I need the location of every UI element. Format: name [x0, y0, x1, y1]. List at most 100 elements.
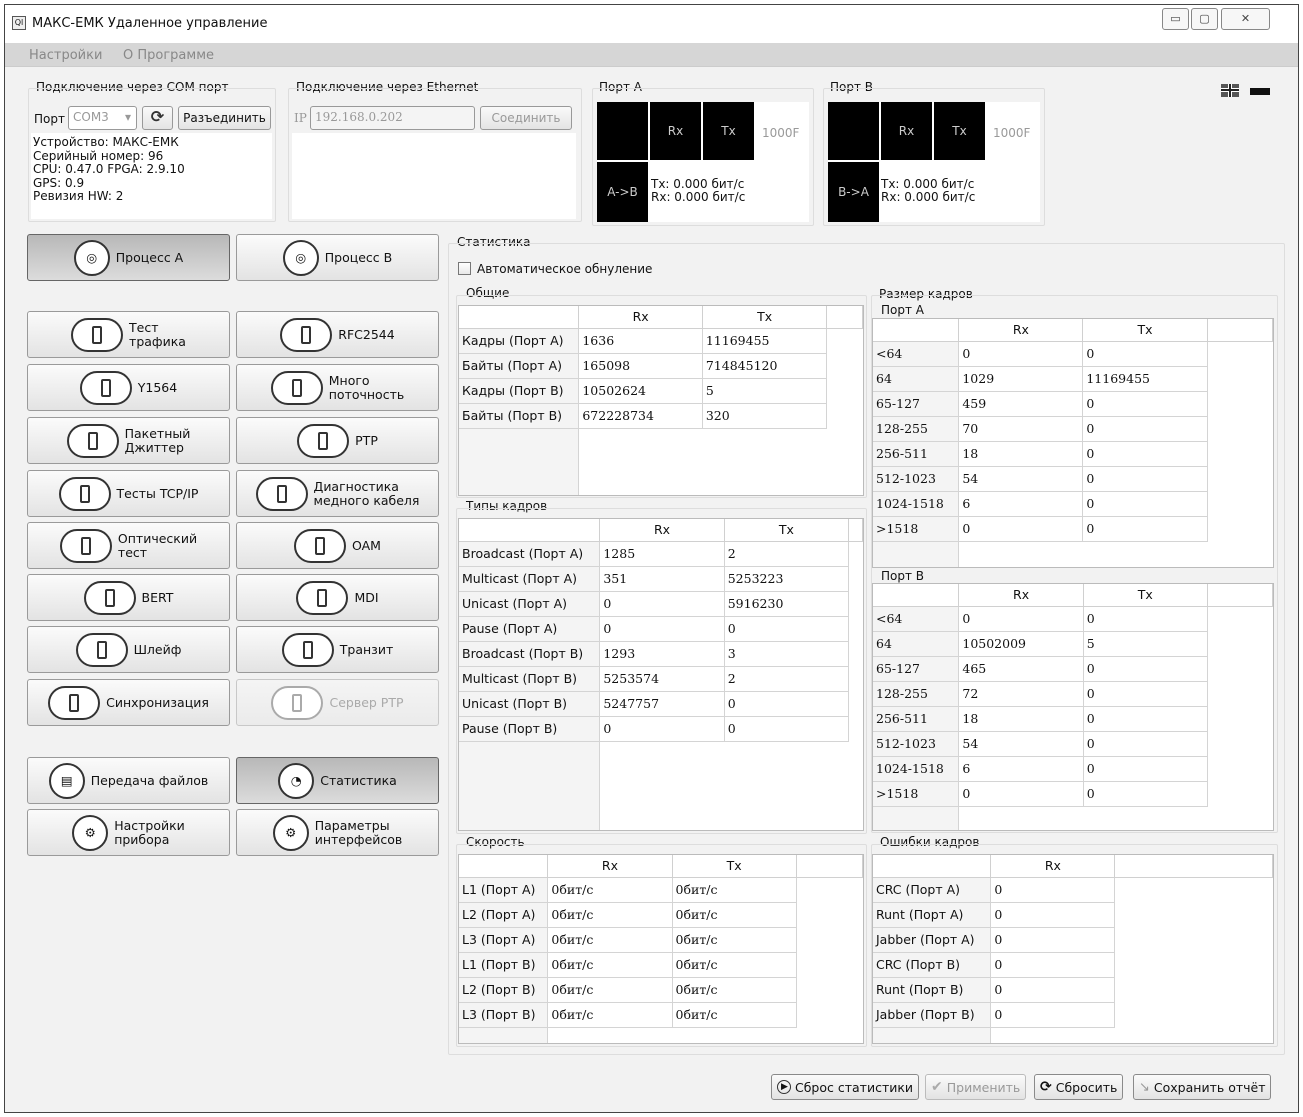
cell-rx: 1293: [599, 641, 725, 667]
sync-label: Синхронизация: [106, 694, 209, 710]
copper-cable-icon: [255, 476, 308, 511]
optical-test-button[interactable]: Оптический тест: [27, 522, 230, 569]
cell-tx: 5: [702, 378, 828, 404]
cell-rx: 1636: [578, 328, 703, 354]
device-info-line: GPS: 0.9: [33, 175, 85, 190]
table-row: Pause (Порт A) 0 0: [459, 616, 863, 642]
minimize-button[interactable]: ▭: [1162, 8, 1189, 30]
port-select[interactable]: COM3 ▾: [68, 106, 137, 130]
bert-button[interactable]: BERT: [27, 574, 230, 621]
table-row: Кадры (Порт B) 10502624 5: [459, 378, 863, 404]
maximize-button[interactable]: ▢: [1191, 8, 1218, 30]
table-row: Broadcast (Порт B) 1293 3: [459, 641, 863, 667]
mdi-button[interactable]: MDI: [236, 574, 439, 621]
statistics-button[interactable]: ◔ Статистика: [236, 757, 439, 804]
reset-button[interactable]: ⟳ Сбросить: [1034, 1074, 1124, 1100]
general-table: Rx Tx Кадры (Порт A) 1636 11169455 Байты (П…: [459, 306, 863, 429]
apply-button[interactable]: ✔ Применить: [925, 1074, 1027, 1100]
cell-tx: 0: [1082, 416, 1208, 442]
table-row: 256-511 18 0: [873, 706, 1273, 732]
table-row: 512-1023 54 0: [873, 731, 1273, 757]
disconnect-button[interactable]: Разъединить: [178, 106, 271, 130]
device-settings-label: Настройки прибора: [114, 817, 185, 847]
row-header: Runt (Порт A): [873, 902, 992, 928]
connect-button[interactable]: Соединить: [480, 106, 572, 130]
cell-rx: 6: [958, 491, 1084, 517]
file-transfer-label: Передача файлов: [90, 772, 209, 788]
row-header: L2 (Порт B): [459, 977, 549, 1003]
interface-params-button[interactable]: ⚙ Параметры интерфейсов: [236, 809, 439, 856]
device-info-line: CPU: 0.47.0 FPGA: 2.9.10: [33, 162, 185, 176]
menu-settings[interactable]: Настройки: [29, 48, 102, 63]
corner-cell: [459, 855, 549, 878]
row-header: L3 (Порт B): [459, 1002, 549, 1028]
port-label: Порт: [34, 112, 65, 126]
cell-rx: 0: [958, 341, 1084, 367]
table-row: Jabber (Порт A) 0: [873, 927, 1273, 953]
copper-diagnostics-button[interactable]: Диагностика медного кабеля: [236, 470, 439, 517]
port-a-tx-indicator: Tx: [703, 102, 754, 160]
close-button[interactable]: ✕: [1221, 8, 1270, 30]
cell-tx: 11169455: [702, 328, 828, 354]
table-row: Runt (Порт B) 0: [873, 977, 1273, 1003]
reset-statistics-button[interactable]: ▶ Сброс статистики: [771, 1074, 920, 1100]
wrench-icon: ⚙: [72, 814, 109, 851]
process-b-button[interactable]: ◎ Процесс B: [236, 234, 439, 281]
traffic-test-label: Тест трафика: [129, 319, 186, 349]
process-a-button[interactable]: ◎ Процесс A: [27, 234, 230, 281]
table-row: L1 (Порт A) 0бит/с 0бит/с: [459, 877, 863, 903]
sync-button[interactable]: Синхронизация: [27, 679, 230, 726]
cell-tx: 0: [724, 691, 850, 717]
multistream-button[interactable]: Много поточность: [236, 364, 439, 411]
collapse-icon[interactable]: [1250, 88, 1270, 95]
filler-cell: [826, 306, 863, 329]
refresh-icon[interactable]: ⟳: [142, 106, 173, 130]
cell-rx: 54: [958, 731, 1084, 757]
tcpip-tests-button[interactable]: Тесты TCP/IP: [27, 470, 230, 517]
traffic-test-button[interactable]: Тест трафика: [27, 311, 230, 358]
cell-rx: 54: [958, 466, 1084, 492]
file-transfer-button[interactable]: ▤ Передача файлов: [27, 757, 230, 804]
cell-tx: 3: [724, 641, 850, 667]
loopback-button[interactable]: Шлейф: [27, 626, 230, 673]
uk-flag-icon[interactable]: [1221, 84, 1239, 97]
cell-rx: 465: [958, 656, 1084, 682]
rfc2544-button[interactable]: RFC2544: [236, 311, 439, 358]
row-header: >1518: [873, 516, 960, 542]
y1564-icon: [79, 370, 132, 405]
optical-test-icon: [59, 528, 112, 563]
port-a-rx-indicator: Rx: [650, 102, 701, 160]
menu-about[interactable]: О Программе: [123, 48, 214, 63]
app-icon: Ql: [12, 16, 26, 30]
bert-label: BERT: [141, 589, 174, 605]
table-row: CRC (Порт A) 0: [873, 877, 1273, 903]
port-b-led: [828, 102, 879, 160]
reset-statistics-label: Сброс статистики: [795, 1079, 914, 1095]
ptp-button[interactable]: PTP: [236, 417, 439, 464]
cell-rx: 0: [990, 877, 1116, 903]
column-header: Rx: [599, 519, 725, 542]
row-header: 128-255: [873, 416, 960, 442]
row-header: Pause (Порт B): [459, 716, 601, 742]
row-header: L2 (Порт A): [459, 902, 549, 928]
port-b-rx-indicator: Rx: [881, 102, 932, 160]
cell-tx: 0: [1082, 466, 1208, 492]
save-report-button[interactable]: ↘ Сохранить отчёт: [1133, 1074, 1272, 1100]
cell-rx: 0: [990, 977, 1116, 1003]
transit-label: Транзит: [339, 641, 394, 657]
row-header: 1024-1518: [873, 491, 960, 517]
cell-rx: 0: [958, 606, 1084, 632]
cell-tx: 0: [1083, 656, 1208, 682]
oam-button[interactable]: OAM: [236, 522, 439, 569]
filler-cell: [796, 855, 863, 878]
packet-jitter-button[interactable]: Пакетный Джиттер: [27, 417, 230, 464]
device-settings-button[interactable]: ⚙ Настройки прибора: [27, 809, 230, 856]
frame-errors-table: Rx CRC (Порт A) 0 Runt (Порт A) 0 Jabber (…: [873, 855, 1273, 1028]
transit-button[interactable]: Транзит: [236, 626, 439, 673]
ip-input[interactable]: 192.168.0.202: [310, 106, 475, 130]
y1564-button[interactable]: Y1564: [27, 364, 230, 411]
auto-reset-checkbox[interactable]: [458, 262, 471, 275]
cell-tx: 0: [1083, 606, 1208, 632]
ptp-server-button[interactable]: Сервер PTP: [236, 679, 439, 726]
statistics-label: Статистика: [320, 772, 397, 788]
